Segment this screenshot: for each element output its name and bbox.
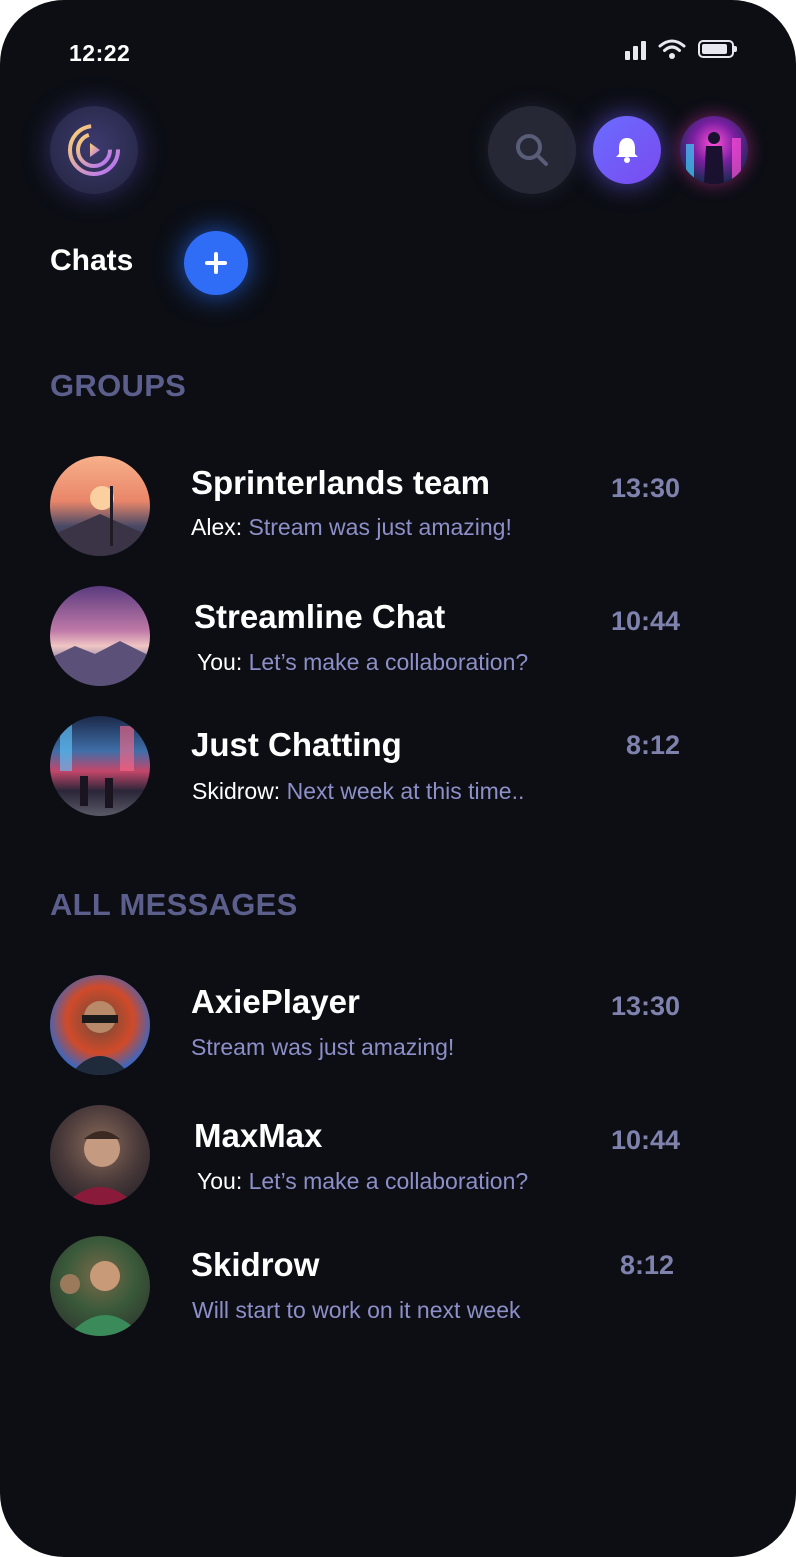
chat-name: Just Chatting [191, 726, 402, 763]
group-avatar [50, 716, 150, 816]
plus-icon [205, 252, 227, 274]
search-button[interactable] [488, 106, 576, 194]
status-time: 12:22 [69, 40, 131, 66]
message-sender: You: [197, 649, 243, 675]
chat-name: AxiePlayer [191, 983, 360, 1020]
message-row[interactable]: Skidrow Will start to work on it next we… [50, 1236, 690, 1336]
chat-name: Streamline Chat [194, 598, 446, 635]
play-ring-logo-icon [68, 124, 120, 176]
cyberpunk-avatar [686, 132, 741, 184]
chat-name: Skidrow [191, 1246, 320, 1283]
chat-name: MaxMax [194, 1117, 323, 1154]
group-avatar [50, 586, 150, 686]
chat-preview: You: Let’s make a collaboration? [197, 649, 528, 676]
chat-preview: Stream was just amazing! [191, 1034, 454, 1061]
status-icons [625, 38, 737, 60]
message-text: Stream was just amazing! [248, 514, 512, 540]
page-title: Chats [50, 244, 134, 277]
all-messages-section-label: ALL MESSAGES [50, 887, 298, 922]
message-row[interactable]: MaxMax You: Let’s make a collaboration? … [50, 1105, 690, 1205]
message-text: Let’s make a collaboration? [248, 649, 529, 675]
message-text: Will start to work on it next week [192, 1297, 521, 1323]
message-row[interactable]: AxiePlayer Stream was just amazing! 13:3… [50, 975, 690, 1075]
message-text: Let’s make a collaboration? [248, 1168, 529, 1194]
chat-preview: You: Let’s make a collaboration? [197, 1168, 528, 1195]
group-avatar [50, 456, 150, 556]
chat-preview: Alex: Stream was just amazing! [191, 514, 512, 541]
app-logo-button[interactable] [50, 106, 138, 194]
wifi-icon [658, 39, 686, 59]
chat-screen: 12:22 Chats GROUPS Sprinterlands team Al… [0, 0, 796, 1557]
groups-section-label: GROUPS [50, 368, 187, 403]
chat-time: 8:12 [619, 1250, 674, 1280]
bell-icon [616, 138, 638, 163]
profile-avatar[interactable] [680, 116, 748, 184]
user-avatar [50, 1105, 150, 1205]
chat-time: 10:44 [610, 606, 680, 636]
chat-time: 10:44 [610, 1125, 680, 1155]
new-chat-button[interactable] [184, 231, 248, 295]
chat-name: Sprinterlands team [191, 464, 490, 501]
user-avatar [50, 975, 150, 1075]
chat-time: 13:30 [610, 473, 680, 503]
message-sender: Skidrow: [192, 778, 281, 804]
user-avatar [50, 1236, 150, 1336]
group-chat-row[interactable]: Just Chatting Skidrow: Next week at this… [50, 716, 690, 816]
message-sender: You: [197, 1168, 243, 1194]
chat-time: 13:30 [610, 991, 680, 1021]
signal-icon [625, 38, 646, 60]
search-icon [516, 134, 548, 166]
chat-time: 8:12 [625, 730, 680, 760]
message-text: Next week at this time.. [286, 778, 525, 804]
group-chat-row[interactable]: Sprinterlands team Alex: Stream was just… [50, 456, 690, 556]
message-text: Stream was just amazing! [191, 1034, 455, 1060]
group-chat-row[interactable]: Streamline Chat You: Let’s make a collab… [50, 586, 690, 686]
message-sender: Alex: [191, 514, 243, 540]
chat-preview: Skidrow: Next week at this time.. [192, 778, 524, 805]
battery-level [702, 44, 728, 54]
chat-preview: Will start to work on it next week [192, 1297, 521, 1324]
battery-icon [698, 40, 737, 58]
notifications-button[interactable] [593, 116, 661, 184]
